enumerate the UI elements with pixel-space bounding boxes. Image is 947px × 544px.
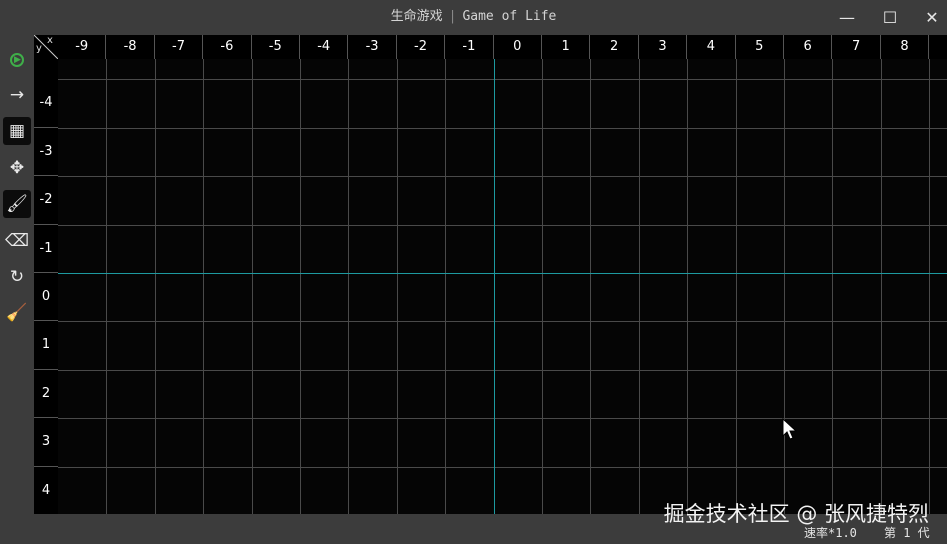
corner-x-label: x	[47, 35, 53, 46]
axis-corner: x y	[34, 35, 58, 59]
x-tick-label: 2	[590, 35, 639, 59]
x-tick-label: -7	[155, 35, 204, 59]
grid-line-horizontal	[58, 176, 947, 178]
reset-icon: ↻	[9, 267, 25, 287]
grid-line-horizontal	[58, 466, 947, 468]
grid-tool-button[interactable]: ▦	[3, 117, 31, 145]
speed-indicator: 速率*1.0	[804, 526, 857, 540]
window-title-en: Game of Life	[462, 9, 557, 24]
x-tick-label: 8	[881, 35, 930, 59]
move-icon: ✥	[9, 158, 25, 178]
brush-tool-button[interactable]: 🖌	[3, 190, 31, 218]
play-tool-button[interactable]: ▶	[3, 46, 31, 74]
eraser-icon: ⌫	[4, 231, 30, 251]
brush-icon: 🖌	[6, 194, 28, 214]
x-tick-label: -8	[106, 35, 155, 59]
x-tick-label: 4	[687, 35, 736, 59]
tool-sidebar: ▶ → ▦ ✥ 🖌 ⌫ ↻ 🧹	[0, 34, 34, 514]
x-tick-label: -5	[252, 35, 300, 59]
minimize-button[interactable]: —	[827, 0, 867, 34]
x-tick-label: -3	[348, 35, 397, 59]
status-bar: 掘金技术社区 @ 张风捷特烈 速率*1.0 第 1 代	[0, 502, 947, 544]
y-axis-header: -4 -3 -2 -1 0 1 2 3 4	[34, 59, 58, 515]
x-tick-label: -1	[445, 35, 494, 59]
x-tick-label: 0	[494, 35, 542, 59]
step-arrow-tool-button[interactable]: →	[3, 81, 31, 109]
y-tick-label: 2	[34, 370, 58, 419]
clear-broom-icon: 🧹	[6, 303, 28, 323]
life-board[interactable]	[58, 59, 947, 515]
x-tick-label: 7	[832, 35, 881, 59]
x-axis-origin-line	[58, 273, 947, 274]
step-arrow-icon: →	[9, 85, 25, 105]
x-tick-label: -6	[203, 35, 252, 59]
y-tick-label: -1	[34, 225, 58, 273]
generation-counter: 第 1 代	[884, 526, 930, 540]
grid-icon: ▦	[8, 121, 26, 141]
grid-line-horizontal	[58, 369, 947, 371]
x-tick-label: -2	[397, 35, 446, 59]
play-icon: ▶	[10, 53, 24, 67]
y-tick-label: 0	[34, 273, 58, 322]
mouse-cursor-icon	[782, 418, 798, 440]
move-tool-button[interactable]: ✥	[3, 154, 31, 182]
grid-line-horizontal	[58, 418, 947, 420]
corner-y-label: y	[36, 43, 42, 54]
y-tick-label: 4	[34, 467, 58, 515]
x-tick-label: 1	[542, 35, 591, 59]
window-title-cn: 生命游戏	[390, 9, 443, 24]
y-tick-label: 3	[34, 418, 58, 467]
clear-broom-tool-button[interactable]: 🧹	[3, 299, 31, 327]
y-tick-label: -4	[34, 79, 58, 128]
y-tick-label: -3	[34, 128, 58, 177]
title-bar: 生命游戏 | Game of Life — ☐ ✕	[0, 0, 947, 34]
title-separator: |	[448, 9, 457, 24]
x-tick-label: -9	[58, 35, 107, 59]
y-tick-label: 1	[34, 321, 58, 370]
y-axis-origin-line	[493, 59, 495, 515]
reset-tool-button[interactable]: ↻	[3, 263, 31, 291]
grid-line-horizontal	[58, 79, 947, 81]
grid-line-horizontal	[58, 224, 947, 226]
x-tick-label: 5	[736, 35, 784, 59]
maximize-button[interactable]: ☐	[870, 0, 910, 34]
y-tick-label: -2	[34, 176, 58, 225]
close-button[interactable]: ✕	[912, 0, 947, 34]
eraser-tool-button[interactable]: ⌫	[3, 227, 31, 255]
window-title: 生命游戏 | Game of Life	[0, 0, 947, 34]
grid-line-horizontal	[58, 321, 947, 323]
x-tick-label: 3	[639, 35, 688, 59]
x-tick-label: 6	[784, 35, 833, 59]
x-tick-label: -4	[300, 35, 349, 59]
grid-area: x y -9 -8 -7 -6 -5 -4 -3 -2 -1 0 1 2 3 4 5 6 7 8 -4 -3 -2 -1…	[34, 35, 947, 515]
grid-line-horizontal	[58, 127, 947, 129]
x-axis-header: -9 -8 -7 -6 -5 -4 -3 -2 -1 0 1 2 3 4 5 6 7 8	[58, 35, 947, 59]
